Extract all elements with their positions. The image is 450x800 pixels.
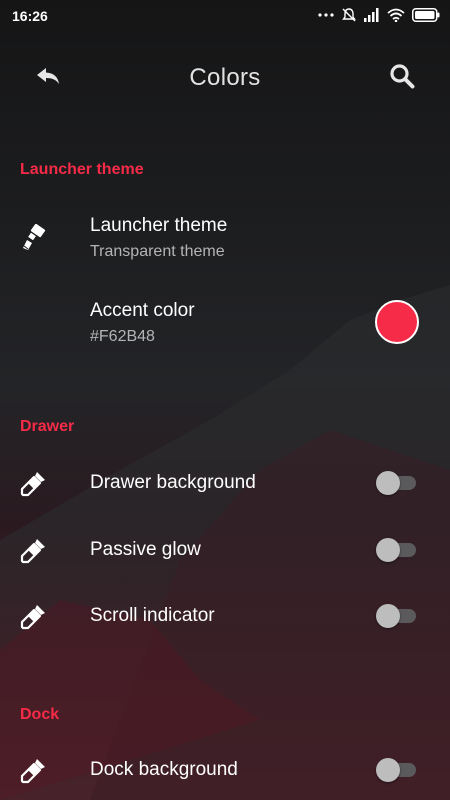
launcher-theme-setting[interactable]: Launcher theme Transparent theme <box>0 205 450 275</box>
status-bar: 16:26 <box>0 0 450 32</box>
accent-color-swatch[interactable] <box>375 300 419 344</box>
passive-glow-label: Passive glow <box>90 539 201 560</box>
section-header-dock: Dock <box>20 706 60 723</box>
dock-background-label: Dock background <box>90 759 238 780</box>
toggle-thumb <box>376 758 400 782</box>
drawer-background-toggle[interactable] <box>376 471 416 495</box>
drawer-background-label: Drawer background <box>90 472 256 493</box>
passive-glow-toggle[interactable] <box>376 538 416 562</box>
scroll-indicator-setting[interactable]: Scroll indicator <box>0 593 450 639</box>
scroll-indicator-label: Scroll indicator <box>90 605 215 626</box>
launcher-theme-value: Transparent theme <box>90 243 225 260</box>
search-icon <box>388 62 416 95</box>
status-time: 16:26 <box>12 8 48 24</box>
app-toolbar: Colors <box>0 48 450 108</box>
more-dots-icon <box>318 12 334 18</box>
passive-glow-setting[interactable]: Passive glow <box>0 527 450 573</box>
search-button[interactable] <box>380 58 424 98</box>
colors-settings-screen: 16:26 Colors Launcher theme Launcher the… <box>0 0 450 800</box>
accent-color-value: #F62B48 <box>90 328 155 345</box>
toggle-thumb <box>376 538 400 562</box>
section-header-drawer: Drawer <box>20 418 75 435</box>
eyedropper-icon <box>20 469 48 497</box>
toggle-thumb <box>376 604 400 628</box>
dock-background-setting[interactable]: Dock background <box>0 747 450 793</box>
toggle-thumb <box>376 471 400 495</box>
eyedropper-icon <box>20 756 48 784</box>
paint-brush-icon <box>20 224 48 252</box>
alarm-off-icon <box>341 7 357 23</box>
wifi-icon <box>387 8 405 22</box>
scroll-indicator-toggle[interactable] <box>376 604 416 628</box>
dock-background-toggle[interactable] <box>376 758 416 782</box>
eyedropper-icon <box>20 602 48 630</box>
launcher-theme-title: Launcher theme <box>90 215 228 236</box>
eyedropper-icon <box>20 536 48 564</box>
drawer-background-setting[interactable]: Drawer background <box>0 460 450 506</box>
signal-icon <box>364 8 380 22</box>
status-icons <box>318 7 440 23</box>
battery-icon <box>412 8 440 22</box>
section-header-launcher-theme: Launcher theme <box>20 161 144 178</box>
accent-color-title: Accent color <box>90 300 195 321</box>
